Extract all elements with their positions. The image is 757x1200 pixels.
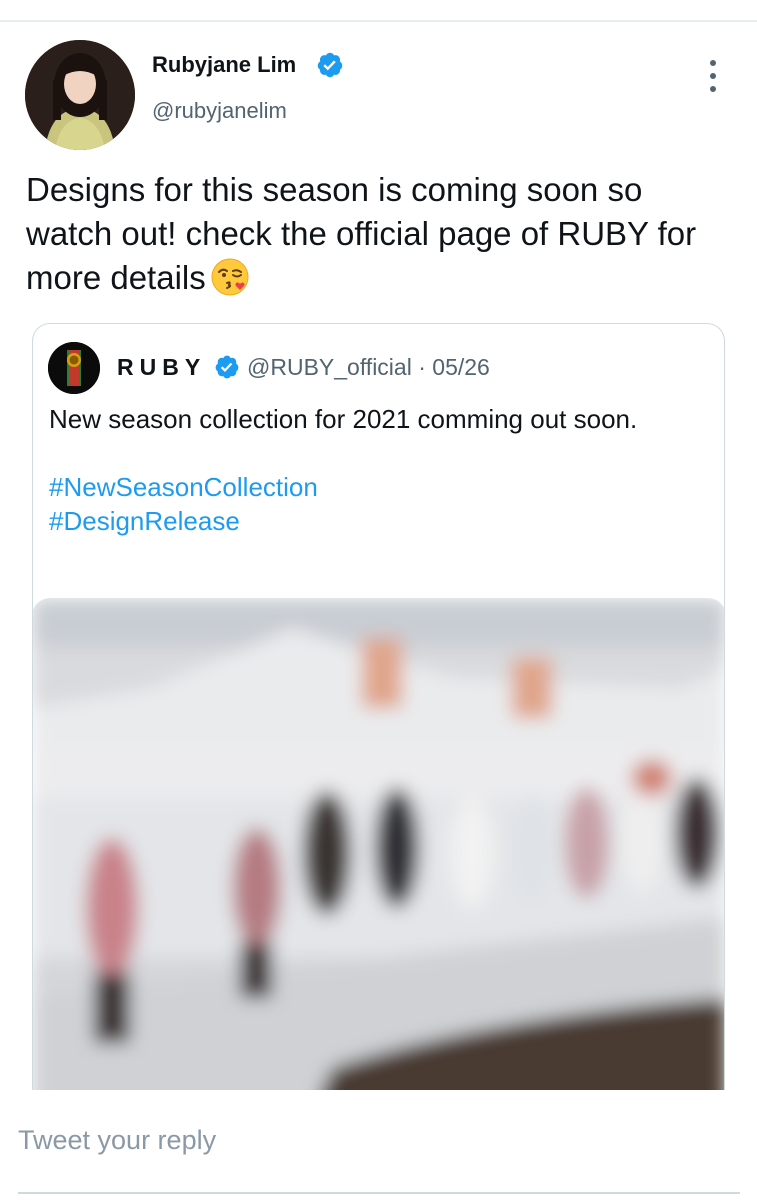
quoted-media-image[interactable] <box>33 598 724 1112</box>
quoted-verified-badge-icon <box>215 355 239 379</box>
quoted-date[interactable]: 05/26 <box>432 354 490 380</box>
hashtag-link[interactable]: #NewSeasonCollection <box>49 470 699 504</box>
quoted-author-handle[interactable]: @RUBY_official <box>247 354 412 380</box>
author-handle[interactable]: @rubyjanelim <box>152 98 287 124</box>
face-blowing-a-kiss-emoji <box>211 258 249 296</box>
reply-input[interactable] <box>18 1120 718 1160</box>
top-divider <box>0 20 757 22</box>
reply-area <box>0 1090 757 1200</box>
quoted-tweet-card[interactable]: RUBY @RUBY_official · 05/26 New season c… <box>32 323 725 1113</box>
meta-separator: · <box>418 354 426 380</box>
quoted-author-avatar[interactable] <box>48 342 100 394</box>
hashtag-link[interactable]: #DesignRelease <box>49 504 699 538</box>
author-name[interactable]: Rubyjane Lim <box>152 52 296 78</box>
quoted-author-meta: @RUBY_official · 05/26 <box>247 354 490 381</box>
more-vertical-icon[interactable] <box>700 60 726 92</box>
quoted-author-name[interactable]: RUBY <box>117 354 206 381</box>
tweet-text-content: Designs for this season is coming soon s… <box>26 171 697 296</box>
reply-underline <box>18 1192 740 1194</box>
verified-badge-icon <box>317 52 343 78</box>
quoted-text-content: New season collection for 2021 comming o… <box>49 404 638 434</box>
tweet-text: Designs for this season is coming soon s… <box>26 168 726 300</box>
author-avatar[interactable] <box>25 40 135 150</box>
quoted-tweet-text: New season collection for 2021 comming o… <box>49 402 699 538</box>
